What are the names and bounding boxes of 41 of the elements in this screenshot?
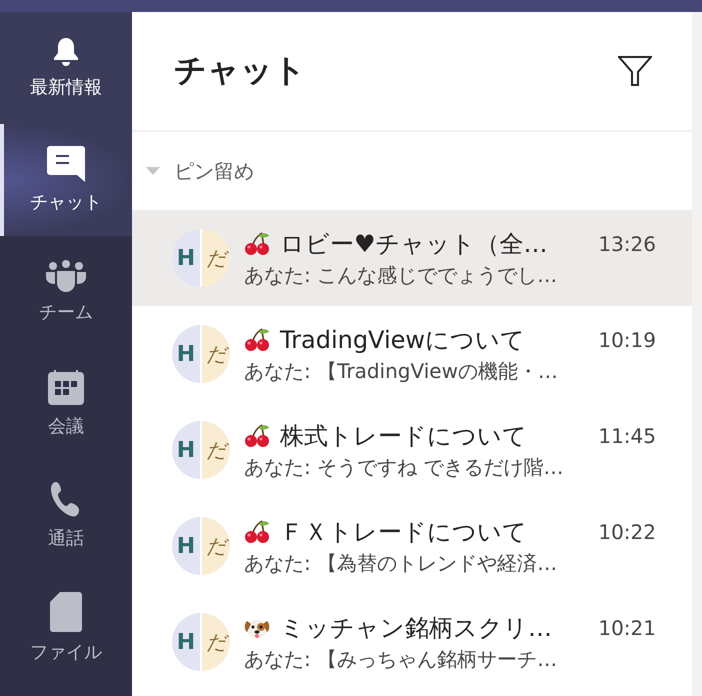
cherry-icon (244, 232, 270, 256)
app-bar-item[interactable]: 通話 (0, 460, 132, 572)
message-preview: あなた: 【みっちゃん銘柄サーチ… (244, 646, 558, 672)
cherry-icon (244, 328, 270, 352)
chat-item[interactable]: H だ TradingViewについて 10:19 あなた: 【TradingViewの機能・… (132, 306, 692, 402)
app-bar-item[interactable]: ファイル (0, 572, 132, 684)
chat-item[interactable]: H だ ＦＸトレードについて 10:22 あなた: 【為替のトレンドや経済… (132, 498, 692, 594)
pane-title: チャット (174, 50, 306, 91)
filter-icon (618, 56, 652, 86)
file-icon (50, 592, 82, 632)
team-icon (46, 260, 86, 292)
message-preview: あなた: 【TradingViewの機能・… (244, 358, 559, 384)
chat-title: TradingViewについて (280, 324, 526, 356)
section-header[interactable]: ピン留め (132, 132, 692, 210)
filter-button[interactable] (618, 56, 652, 86)
cherry-icon (244, 520, 270, 544)
chat-time: 10:21 (598, 616, 656, 640)
chat-time: 10:19 (598, 328, 656, 352)
chat-item[interactable]: H だ ロビー♥チャット（全… 13:26 あなた: こんな感じででょうでし… (132, 210, 692, 306)
chat-title: 株式トレードについて (280, 420, 528, 452)
phone-icon (51, 482, 81, 518)
chat-title: ミッチャン銘柄スクリ… (280, 612, 553, 644)
message-preview: あなた: こんな感じででょうでし… (244, 262, 558, 288)
app-bar-item[interactable]: 最新情報 (0, 12, 132, 124)
chat-item[interactable]: H だ ミッチャン銘柄スクリ… 10:21 あなた: 【みっちゃん銘柄サーチ… (132, 594, 692, 690)
message-preview: あなた: 【為替のトレンドや経済… (244, 550, 558, 576)
calendar-icon (48, 370, 84, 406)
cherry-icon (244, 424, 270, 448)
bell-icon (52, 37, 80, 67)
chat-icon (47, 146, 85, 182)
caret-icon (146, 167, 160, 175)
chat-time: 13:26 (598, 232, 656, 256)
chat-time: 11:45 (598, 424, 656, 448)
chat-title: ＦＸトレードについて (280, 516, 528, 548)
chat-item[interactable]: H だ 株式トレードについて 11:45 あなた: そうですね できるだけ階… (132, 402, 692, 498)
app-bar-item[interactable]: 会議 (0, 348, 132, 460)
chat-title: ロビー♥チャット（全… (280, 228, 549, 260)
message-preview: あなた: そうですね できるだけ階… (244, 454, 564, 480)
chat-time: 10:22 (598, 520, 656, 544)
app-bar-item[interactable]: チーム (0, 236, 132, 348)
app-bar-item[interactable]: チャット (0, 124, 132, 236)
